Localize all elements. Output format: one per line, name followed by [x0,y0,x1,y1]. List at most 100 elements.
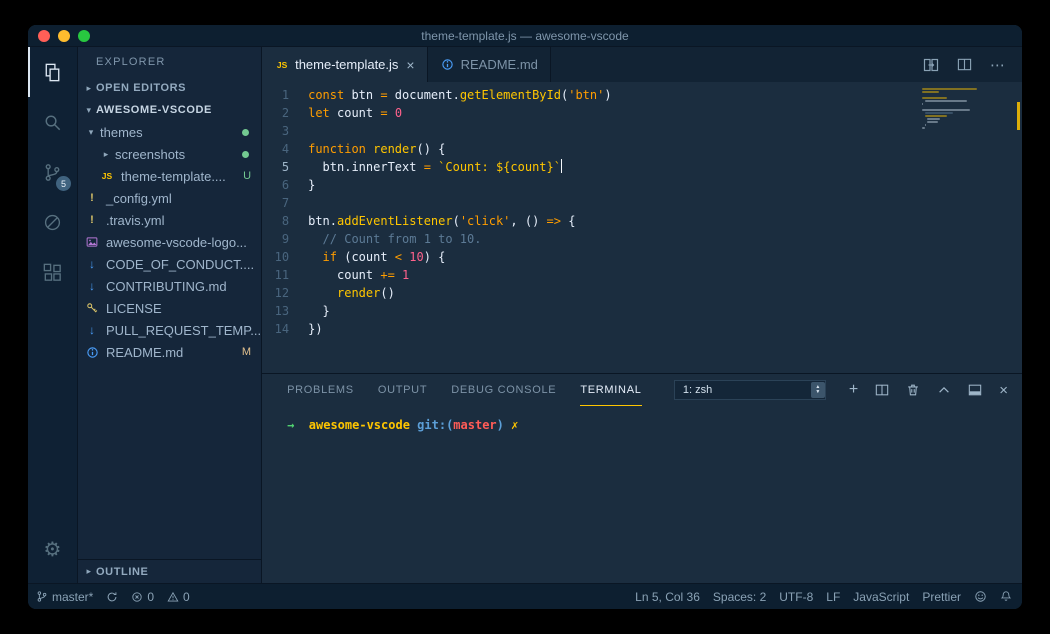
tree-item-contributing-md[interactable]: ↓ CONTRIBUTING.md [78,275,261,297]
code-line-9[interactable]: 9 // Count from 1 to 10. [262,230,1022,248]
minimap[interactable] [922,88,992,130]
js-icon: JS [101,171,113,181]
code-text: if (count < 10) { [322,250,446,264]
dropdown-stepper-icon: ▲ ▼ [810,382,825,398]
panel-tab-terminal[interactable]: TERMINAL [580,374,642,406]
minimap-line [924,124,926,126]
status-spaces-2[interactable]: Spaces: 2 [713,590,766,604]
tree-item-label: LICENSE [106,300,162,316]
panel-tab-problems[interactable]: PROBLEMS [287,374,354,406]
info-icon [84,346,100,359]
status-bell[interactable] [1000,590,1012,603]
maximize-panel-icon[interactable] [937,383,951,397]
tree-item-license[interactable]: LICENSE [78,297,261,319]
code-editor[interactable]: 1 const btn = document.getElementById('bt… [262,82,1022,373]
panel-tab-debug-console[interactable]: DEBUG CONSOLE [451,374,556,406]
activity-extensions-button[interactable] [28,247,77,297]
settings-button[interactable]: ⚙ [28,525,77,575]
panel-tab-output[interactable]: OUTPUT [378,374,427,406]
titlebar[interactable]: theme-template.js — awesome-vscode [28,25,1022,47]
activity-explorer-button[interactable] [28,47,77,97]
minimap-line [922,88,977,90]
status-smiley[interactable] [974,590,987,603]
editor-tabs: JS theme-template.js × README.md [262,47,551,82]
tree-item-theme-template[interactable]: JS theme-template.... U [78,165,261,187]
open-changes-icon[interactable] [923,57,939,73]
status-sync[interactable] [106,591,118,603]
code-line-3[interactable]: 3 [262,122,1022,140]
status-label: master* [52,589,94,604]
root-folder-section[interactable]: ▾ AWESOME-VSCODE [78,99,261,121]
editor-tab-readme-md[interactable]: README.md [427,47,551,82]
tree-item-screenshots[interactable]: ▸ screenshots [78,143,261,165]
terminal-segment: ✗ [511,418,519,432]
close-window-button[interactable] [38,29,50,42]
tree-item-config-yml[interactable]: ! _config.yml [78,187,261,209]
tree-item-pull-request-temp[interactable]: ↓ PULL_REQUEST_TEMP... [78,319,261,341]
activity-source-control-button[interactable]: 5 [28,147,77,197]
status-label: Spaces: 2 [712,589,767,604]
minimap-line [922,91,939,93]
zoom-window-button[interactable] [78,29,90,42]
code-line-6[interactable]: 6} [262,176,1022,194]
more-actions-icon[interactable]: ⋯ [990,56,1006,74]
code-line-13[interactable]: 13 } [262,302,1022,320]
line-number: 3 [281,124,290,138]
new-terminal-icon[interactable]: + [849,382,858,398]
outline-label: OUTLINE [96,565,149,578]
terminal-segment: master [453,418,497,432]
code-line-1[interactable]: 1 const btn = document.getElementById('bt… [262,86,1022,104]
code-line-14[interactable]: 14}) [262,320,1022,338]
tree-item-readme-md[interactable]: README.md M [78,341,261,363]
status-warning[interactable]: 0 [167,590,190,604]
minimize-window-button[interactable] [58,29,70,42]
chevron-down-icon: ▾ [86,104,92,115]
split-editor-icon[interactable] [957,57,972,72]
status-utf-8[interactable]: UTF-8 [779,590,813,604]
code-line-4[interactable]: 4 function render() { [262,140,1022,158]
chevron-right-icon: ▸ [103,148,109,159]
sync-icon [106,591,118,603]
tree-item-travis-yml[interactable]: ! .travis.yml [78,209,261,231]
tree-item-awesome-vscode-logo[interactable]: awesome-vscode-logo... [78,231,261,253]
editor-tab-theme-template-js[interactable]: JS theme-template.js × [262,47,428,82]
code-line-11[interactable]: 11 count += 1 [262,266,1022,284]
line-number: 10 [274,250,290,264]
status-error[interactable]: 0 [131,590,154,604]
code-line-7[interactable]: 7 [262,194,1022,212]
chevron-right-icon: ▸ [86,82,92,93]
terminal-selector-value: 1: zsh [682,384,713,396]
terminal[interactable]: → awesome-vscode git:(master) ✗ [262,406,1022,583]
status-prettier[interactable]: Prettier [922,590,961,604]
status-label: Ln 5, Col 36 [635,589,700,604]
open-editors-section[interactable]: ▸ OPEN EDITORS [78,77,261,99]
tree-item-themes[interactable]: ▾ themes [78,121,261,143]
code-line-10[interactable]: 10 if (count < 10) { [262,248,1022,266]
status-javascript[interactable]: JavaScript [853,590,909,604]
code-line-8[interactable]: 8 btn.addEventListener('click', () => { [262,212,1022,230]
close-icon[interactable]: × [406,58,414,72]
toggle-panel-icon[interactable] [968,383,982,397]
tree-item-label: .travis.yml [106,212,165,228]
terminal-selector[interactable]: 1: zsh ▲ ▼ [673,380,826,400]
code-text: btn.addEventListener('click', () => { [308,214,576,228]
tree-item-code-of-conduct[interactable]: ↓ CODE_OF_CONDUCT.... [78,253,261,275]
close-panel-icon[interactable]: × [999,383,1008,398]
code-line-12[interactable]: 12 render() [262,284,1022,302]
code-line-2[interactable]: 2 let count = 0 [262,104,1022,122]
split-terminal-icon[interactable] [875,383,889,397]
code-text: let count = 0 [308,106,403,120]
root-folder-label: AWESOME-VSCODE [96,104,212,116]
activity-debug-button[interactable] [28,197,77,247]
outline-section[interactable]: ▸ OUTLINE [78,559,262,583]
terminal-segment [294,418,308,432]
code-text: count += 1 [308,268,410,282]
code-line-5[interactable]: 5 btn.innerText = `Count: ${count}` [262,158,1022,176]
status-lf[interactable]: LF [826,590,840,604]
line-number: 1 [281,88,290,102]
activity-search-button[interactable] [28,97,77,147]
chevron-down-icon: ▾ [88,126,94,137]
status-ln-5-col-36[interactable]: Ln 5, Col 36 [635,590,700,604]
kill-terminal-icon[interactable] [906,383,920,397]
status-branch[interactable]: master* [36,590,93,604]
